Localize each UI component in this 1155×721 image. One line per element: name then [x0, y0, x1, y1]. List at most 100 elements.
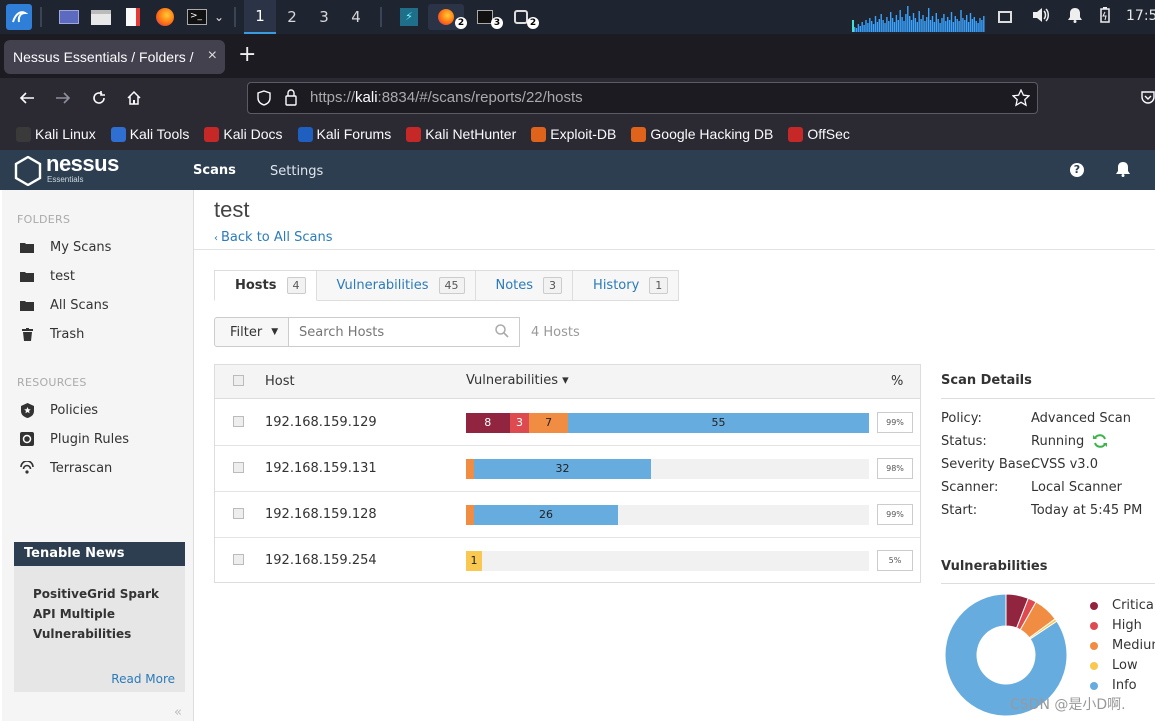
column-header-vulnerabilities[interactable]: Vulnerabilities ▾: [466, 373, 569, 388]
desktop-icon[interactable]: [56, 4, 82, 30]
home-icon[interactable]: [122, 86, 146, 110]
legend-item[interactable]: Medium: [1090, 638, 1155, 653]
file-manager-icon[interactable]: [88, 4, 114, 30]
browser-tab[interactable]: Nessus Essentials / Folders / ×: [4, 40, 225, 74]
sidebar-item-my-scans[interactable]: My Scans: [18, 237, 111, 257]
url-bar[interactable]: https://kali:8834/#/scans/reports/22/hos…: [247, 82, 1038, 114]
row-checkbox[interactable]: [233, 416, 244, 427]
notification-bell-icon[interactable]: [1068, 7, 1082, 27]
workspace-2[interactable]: 2: [276, 0, 308, 34]
severity-segment-info[interactable]: 26: [474, 505, 618, 525]
firefox-window-icon[interactable]: 2: [428, 4, 467, 30]
table-row[interactable]: 192.168.159.131 32 98%: [215, 446, 920, 492]
read-more-link[interactable]: Read More: [111, 672, 175, 686]
help-icon[interactable]: ?: [1070, 163, 1084, 177]
host-ip[interactable]: 192.168.159.131: [265, 461, 377, 476]
table-row[interactable]: 192.168.159.129 8 3 7 55 99%: [215, 400, 920, 446]
lock-icon[interactable]: [285, 89, 297, 110]
table-row[interactable]: 192.168.159.254 1 5%: [215, 538, 920, 584]
window-icon[interactable]: [998, 11, 1012, 23]
host-ip[interactable]: 192.168.159.129: [265, 415, 377, 430]
clock[interactable]: 17:5: [1126, 8, 1155, 24]
text-editor-icon[interactable]: [120, 4, 146, 30]
kali-menu-icon[interactable]: [6, 4, 32, 30]
host-ip[interactable]: 192.168.159.128: [265, 507, 377, 522]
news-headline[interactable]: PositiveGrid Spark API Multiple Vulnerab…: [14, 566, 185, 644]
nav-settings[interactable]: Settings: [270, 164, 323, 179]
legend-item[interactable]: High: [1090, 618, 1142, 633]
bookmark-star-icon[interactable]: [1011, 88, 1031, 111]
forward-arrow-icon[interactable]: [51, 86, 75, 110]
severity-bar[interactable]: 1: [466, 551, 869, 571]
app-window-icon[interactable]: ⚡: [396, 4, 422, 30]
sidebar-item-trash[interactable]: Trash: [18, 324, 84, 344]
workspace-1[interactable]: 1: [244, 0, 276, 34]
pocket-icon[interactable]: [1141, 90, 1155, 108]
severity-segment-medium[interactable]: 7: [529, 413, 568, 433]
tab-notes[interactable]: Notes 3: [475, 270, 574, 301]
severity-bar[interactable]: 26: [466, 505, 869, 525]
chevron-down-icon[interactable]: ⌄: [212, 4, 226, 30]
tab-vulnerabilities[interactable]: Vulnerabilities 45: [316, 270, 476, 301]
severity-segment-low[interactable]: 1: [466, 551, 482, 571]
workspace-4[interactable]: 4: [340, 0, 372, 34]
bookmark-item[interactable]: Kali Tools: [110, 126, 189, 142]
volume-icon[interactable]: [1032, 7, 1050, 27]
severity-segment-medium[interactable]: [466, 459, 474, 479]
host-count: 4 Hosts: [531, 325, 580, 340]
notifications-bell-icon[interactable]: [1116, 162, 1130, 181]
severity-segment-info[interactable]: 32: [474, 459, 651, 479]
window-group-icon[interactable]: 2: [506, 4, 539, 30]
workspace-3[interactable]: 3: [308, 0, 340, 34]
column-header-percent[interactable]: %: [891, 374, 903, 389]
column-header-host[interactable]: Host: [265, 374, 295, 389]
select-all-checkbox[interactable]: [233, 375, 244, 386]
severity-bar[interactable]: 8 3 7 55: [466, 413, 869, 433]
firefox-icon[interactable]: [152, 4, 178, 30]
nessus-logo[interactable]: nessus Essentials: [14, 151, 124, 187]
bookmark-item[interactable]: Kali Forums: [297, 126, 391, 142]
bookmark-item[interactable]: Kali Linux: [16, 126, 96, 142]
severity-segment-high[interactable]: 3: [509, 413, 530, 433]
terminal-window-icon[interactable]: 3: [470, 4, 503, 30]
row-checkbox[interactable]: [233, 462, 244, 473]
tab-hosts[interactable]: Hosts 4: [214, 270, 317, 301]
bookmark-favicon-icon: [631, 126, 647, 142]
bookmark-item[interactable]: Kali NetHunter: [406, 126, 516, 142]
search-hosts-input[interactable]: [288, 317, 520, 347]
severity-segment-critical[interactable]: 8: [466, 413, 510, 433]
close-icon[interactable]: ×: [208, 47, 217, 65]
row-checkbox[interactable]: [233, 508, 244, 519]
table-row[interactable]: 192.168.159.128 26 99%: [215, 492, 920, 538]
nessus-header: nessus Essentials Scans Settings ?: [0, 150, 1155, 190]
filter-button[interactable]: Filter ▼: [214, 317, 289, 347]
sidebar-item-terrascan[interactable]: Terrascan: [18, 458, 112, 478]
back-to-all-scans-link[interactable]: ‹ Back to All Scans: [214, 230, 333, 245]
collapse-sidebar-icon[interactable]: «: [174, 705, 182, 720]
shield-icon[interactable]: [257, 90, 271, 110]
bookmark-item[interactable]: OffSec: [788, 126, 850, 142]
bookmark-item[interactable]: Kali Docs: [204, 126, 283, 142]
battery-icon[interactable]: [1100, 7, 1110, 27]
severity-segment-medium[interactable]: [466, 505, 474, 525]
bookmark-item[interactable]: Google Hacking DB: [631, 126, 773, 142]
terminal-icon[interactable]: >_: [184, 4, 210, 30]
bookmark-item[interactable]: Exploit-DB: [531, 126, 616, 142]
sidebar-item-policies[interactable]: Policies: [18, 400, 98, 420]
legend-item[interactable]: Info: [1090, 678, 1137, 693]
host-ip[interactable]: 192.168.159.254: [265, 553, 377, 568]
row-checkbox[interactable]: [233, 554, 244, 565]
back-arrow-icon[interactable]: [15, 86, 39, 110]
reload-icon[interactable]: [87, 86, 111, 110]
search-icon[interactable]: [495, 324, 509, 342]
legend-item[interactable]: Critical: [1090, 598, 1155, 613]
sidebar-item-plugin-rules[interactable]: Plugin Rules: [18, 429, 129, 449]
sidebar-item-all-scans[interactable]: All Scans: [18, 295, 109, 315]
severity-segment-info[interactable]: 55: [567, 413, 869, 433]
nav-scans[interactable]: Scans: [193, 163, 236, 178]
sidebar-item-test[interactable]: test: [18, 266, 75, 286]
new-tab-button[interactable]: +: [238, 44, 256, 66]
severity-bar[interactable]: 32: [466, 459, 869, 479]
tab-history[interactable]: History 1: [573, 270, 680, 301]
legend-item[interactable]: Low: [1090, 658, 1138, 673]
